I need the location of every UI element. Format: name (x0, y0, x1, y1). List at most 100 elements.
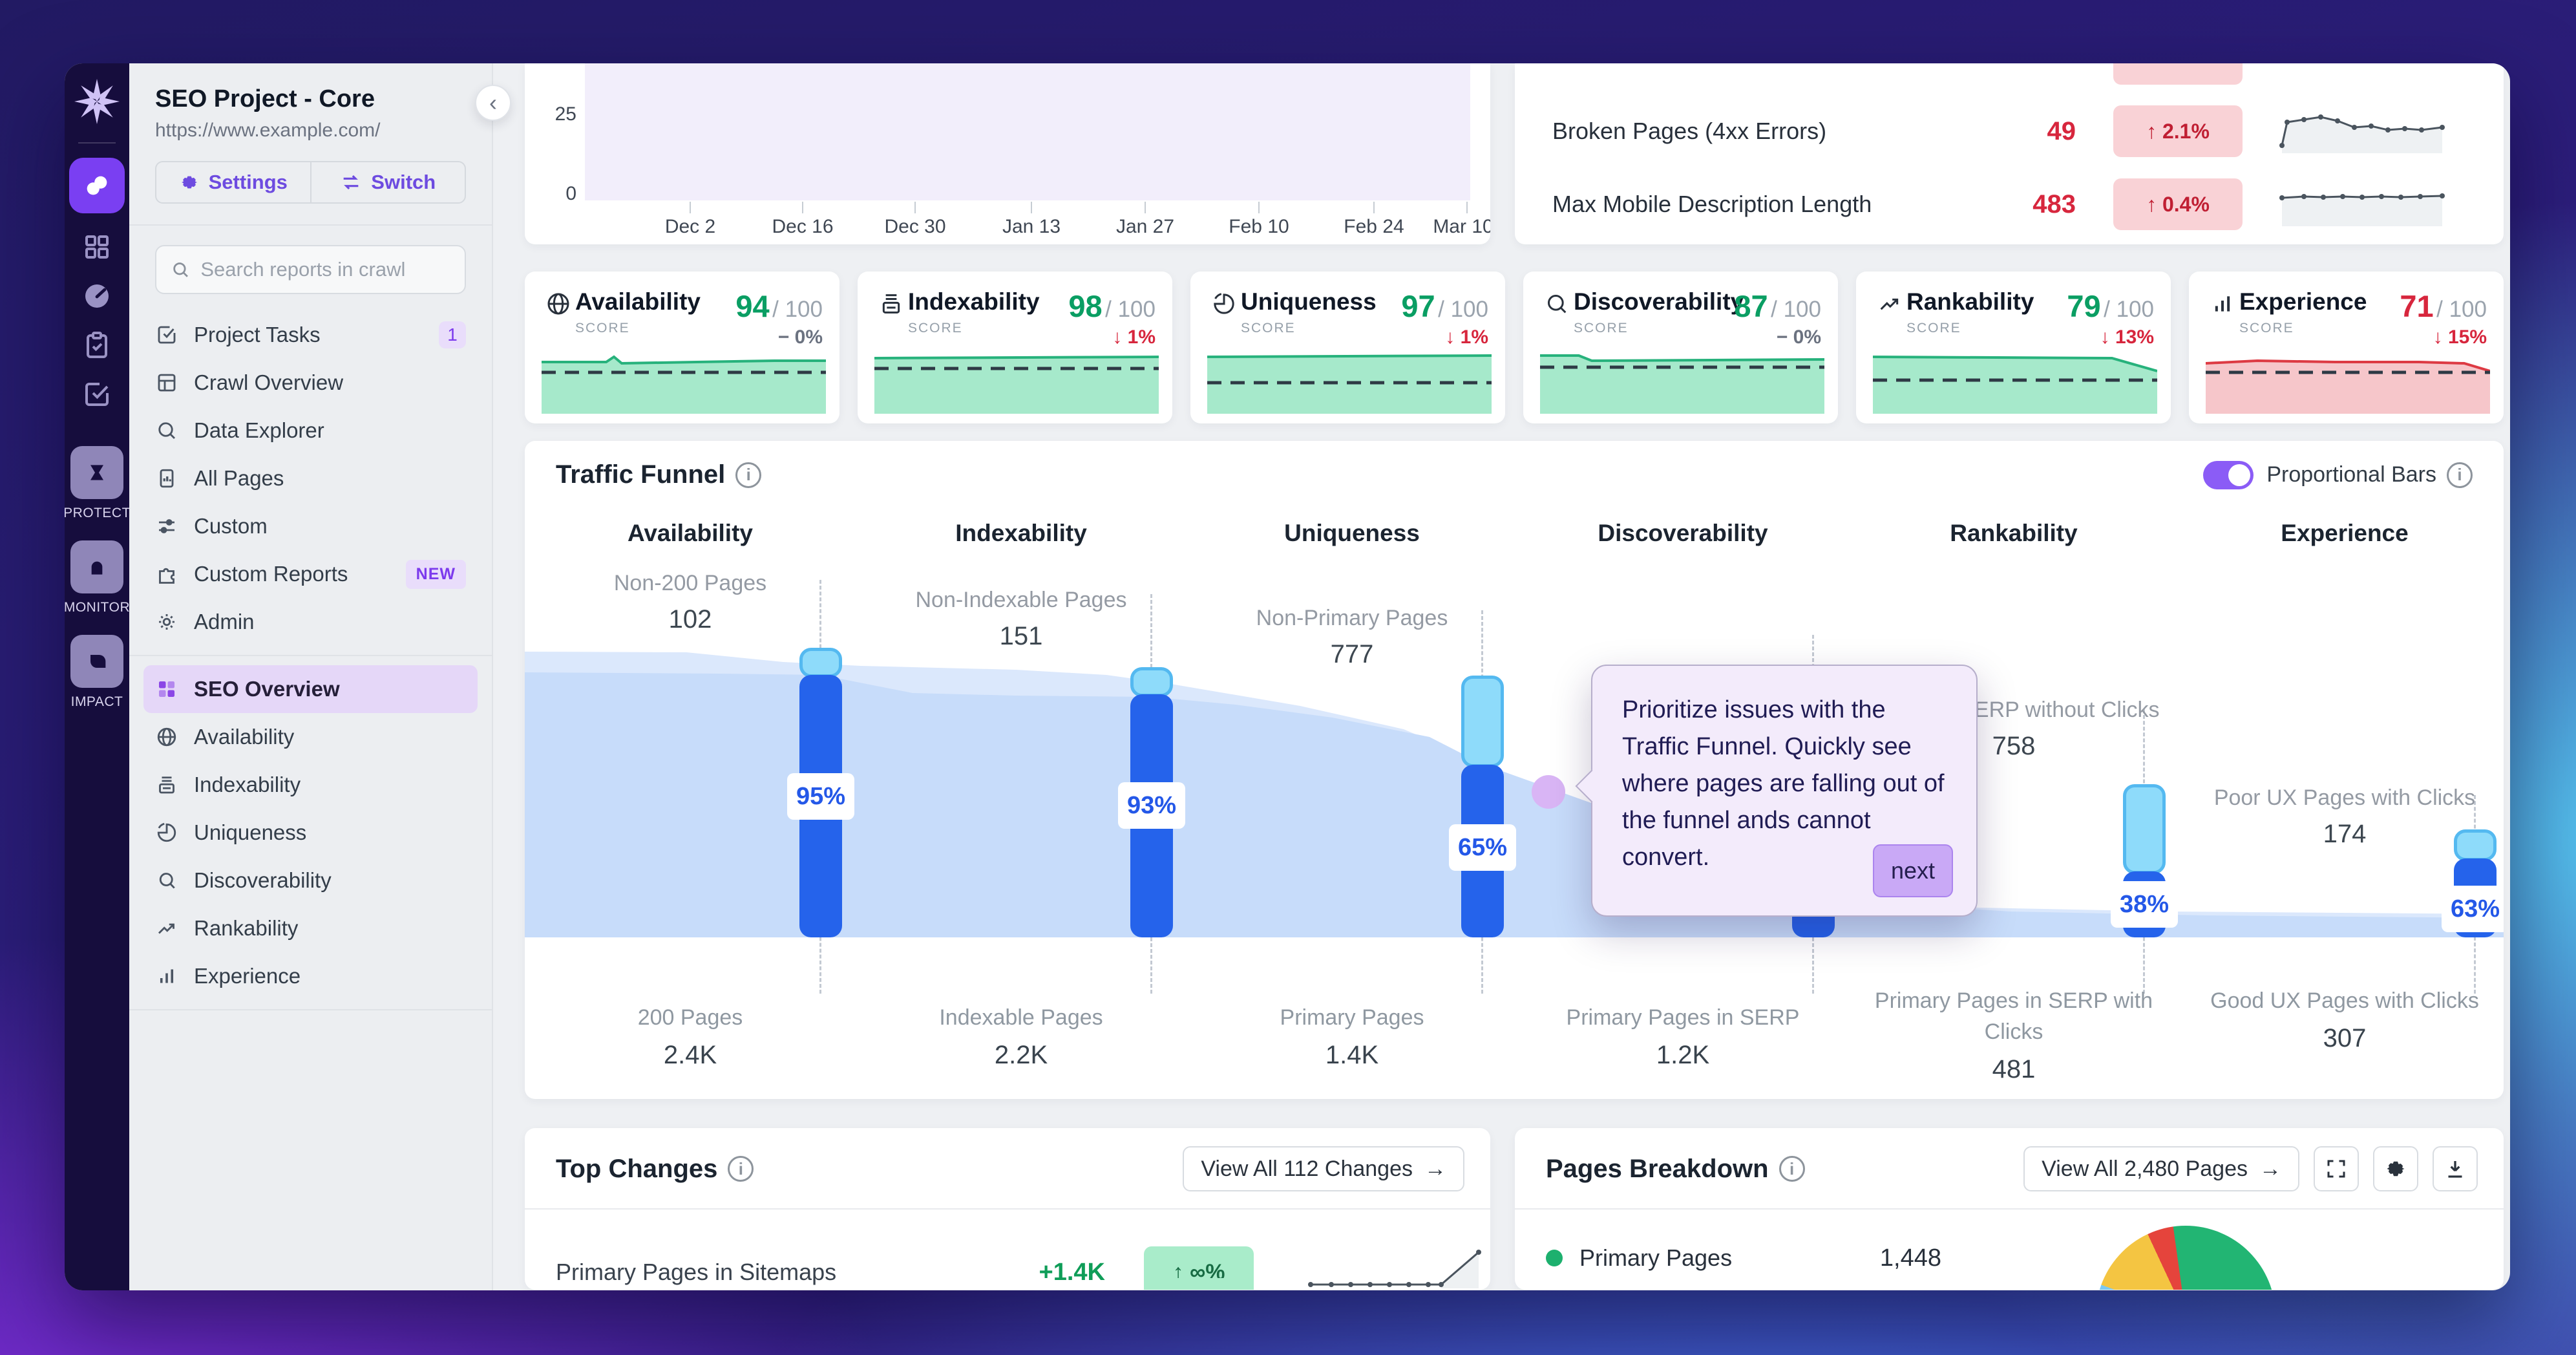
change-delta-badge-partial (1144, 1278, 1254, 1290)
funnel-top-label: Non-200 Pages 102 (542, 568, 839, 634)
funnel-bottom-label: Primary Pages 1.4K (1203, 1002, 1501, 1070)
legend-item[interactable]: Primary Pages 1,448 (1546, 1238, 2504, 1278)
funnel-column-header: Discoverability (1517, 520, 1848, 547)
sidebar-item-uniqueness[interactable]: Uniqueness (143, 809, 478, 857)
legend-item[interactable]: Paginated 2+ Pages 777 (1546, 1286, 2504, 1290)
toggle-label: Proportional Bars (2266, 462, 2436, 487)
tooltip-next-button[interactable]: next (1873, 844, 1953, 897)
pie-icon (155, 821, 178, 844)
funnel-column-header: Indexability (856, 520, 1187, 547)
funnel-column-header: Rankability (1848, 520, 2179, 547)
tasks-icon (155, 323, 178, 347)
sidebar-item-admin[interactable]: Admin (143, 598, 478, 646)
funnel-column-header: Experience (2179, 520, 2504, 547)
menu-label: Project Tasks (194, 323, 321, 347)
puzzle-icon (155, 562, 178, 586)
download-button[interactable] (2433, 1146, 2478, 1191)
onboarding-tooltip: Prioritize issues with the Traffic Funne… (1591, 665, 1978, 917)
settings-chart-button[interactable] (2373, 1146, 2418, 1191)
trend-plot-area (585, 63, 1470, 200)
metric-row[interactable]: Broken Pages (4xx Errors) 49 ↑ 2.1% (1515, 96, 2504, 167)
info-icon[interactable]: i (1779, 1156, 1805, 1182)
monitor-icon (70, 540, 123, 593)
funnel-top-label: Poor UX Pages with Clicks 174 (2196, 782, 2493, 849)
tasks-count-badge: 1 (439, 321, 466, 348)
sidebar-item-discoverability[interactable]: Discoverability (143, 857, 478, 904)
metric-value: 49 (1966, 117, 2076, 146)
rail-protect[interactable]: PROTECT (65, 446, 131, 521)
pages-icon (155, 467, 178, 490)
sidebar-item-seo-overview[interactable]: SEO Overview (143, 665, 478, 713)
pie-icon (1207, 288, 1241, 317)
sidebar-menu: Project Tasks 1 Crawl Overview Data Expl… (129, 294, 492, 646)
x-tick: Feb 24 (1344, 216, 1404, 238)
sidebar-item-data-explorer[interactable]: Data Explorer (143, 407, 478, 454)
legend-dot-green (1546, 1250, 1563, 1266)
expand-icon (2325, 1157, 2348, 1180)
sidebar-item-indexability[interactable]: Indexability (143, 761, 478, 809)
sidebar-item-all-pages[interactable]: All Pages (143, 454, 478, 502)
bar-chart-icon (2206, 288, 2239, 317)
sidebar-item-custom-reports[interactable]: Custom Reports NEW (143, 550, 478, 598)
score-card-availability[interactable]: Availability SCORE 94 / 100 − 0% (525, 272, 839, 423)
view-all-pages-button[interactable]: View All 2,480 Pages → (2023, 1146, 2299, 1191)
sidebar-item-experience[interactable]: Experience (143, 952, 478, 1000)
metric-row[interactable]: Max Mobile Description Length 483 ↑ 0.4% (1515, 169, 2504, 240)
globe-icon (155, 725, 178, 749)
funnel-title: Traffic Funnel (556, 460, 725, 489)
traffic-funnel-card: Traffic Funnel i Proportional Bars i Ava… (525, 441, 2504, 1099)
rail-impact[interactable]: IMPACT (70, 635, 123, 710)
view-all-changes-button[interactable]: View All 112 Changes → (1183, 1146, 1464, 1191)
rail-gauge-icon[interactable] (81, 281, 112, 312)
info-icon[interactable]: i (728, 1156, 754, 1182)
metric-value: 483 (1966, 190, 2076, 219)
menu-label: Admin (194, 610, 255, 634)
sidebar-divider (129, 224, 492, 226)
score-card-rankability[interactable]: Rankability SCORE 79 / 100 ↓ 13% (1856, 272, 2171, 423)
x-tick: Jan 27 (1116, 216, 1174, 238)
change-row[interactable]: Primary Pages in Sitemaps +1.4K ↑ ∞% (525, 1243, 1490, 1290)
rail-dashboard-icon[interactable] (81, 231, 112, 262)
proportional-bars-toggle[interactable] (2203, 461, 2254, 489)
menu-label: Custom Reports (194, 562, 348, 586)
sidebar-collapse-button[interactable]: ‹ (475, 85, 511, 121)
icon-rail: PROTECT MONITOR IMPACT (65, 63, 129, 1290)
gear-icon (2384, 1157, 2407, 1180)
table-icon (155, 371, 178, 394)
sidebar-item-rankability[interactable]: Rankability (143, 904, 478, 952)
x-tick: Jan 13 (1002, 216, 1061, 238)
score-card-uniqueness[interactable]: Uniqueness SCORE 97 / 100 ↓ 1% (1190, 272, 1505, 423)
sidebar-item-custom[interactable]: Custom (143, 502, 478, 550)
project-title: SEO Project - Core (155, 85, 466, 113)
x-tick: Mar 10 (1433, 216, 1490, 238)
score-card-experience[interactable]: Experience SCORE 71 / 100 ↓ 15% (2189, 272, 2504, 423)
menu-label: Data Explorer (194, 418, 324, 443)
rail-monitor[interactable]: MONITOR (65, 540, 130, 615)
score-mini-chart (1540, 349, 1824, 414)
funnel-column-header: Availability (525, 520, 856, 547)
settings-button[interactable]: Settings (156, 162, 310, 202)
delta-badge: ↑ 0.4% (2113, 178, 2243, 230)
score-name: Availability (575, 288, 735, 315)
rail-tasks-icon[interactable] (81, 379, 112, 410)
switch-project-button[interactable]: Switch (310, 162, 465, 202)
delta-badge (2113, 63, 2243, 85)
info-icon[interactable]: i (735, 462, 761, 488)
breakdown-legend: Primary Pages 1,448 Paginated 2+ Pages 7… (1515, 1238, 2504, 1290)
score-card-discoverability[interactable]: Discoverability SCORE 87 / 100 − 0% (1523, 272, 1838, 423)
bar-chart-icon (155, 965, 178, 988)
new-badge: NEW (406, 560, 466, 589)
menu-label: Crawl Overview (194, 370, 343, 395)
score-card-indexability[interactable]: Indexability SCORE 98 / 100 ↓ 1% (858, 272, 1172, 423)
sidebar-item-availability[interactable]: Availability (143, 713, 478, 761)
trend-chart-card: 25 0 Dec 2 Dec 16 Dec 30 Jan 13 Jan 27 F… (525, 63, 1490, 244)
sidebar-item-project-tasks[interactable]: Project Tasks 1 (143, 311, 478, 359)
info-icon[interactable]: i (2447, 462, 2473, 488)
x-tick: Dec 16 (772, 216, 833, 238)
rail-analyze-active-icon[interactable] (69, 158, 125, 213)
project-url: https://www.example.com/ (155, 120, 466, 142)
rail-clipboard-icon[interactable] (81, 330, 112, 361)
search-input[interactable] (200, 258, 450, 281)
expand-button[interactable] (2314, 1146, 2359, 1191)
sidebar-item-crawl-overview[interactable]: Crawl Overview (143, 359, 478, 407)
